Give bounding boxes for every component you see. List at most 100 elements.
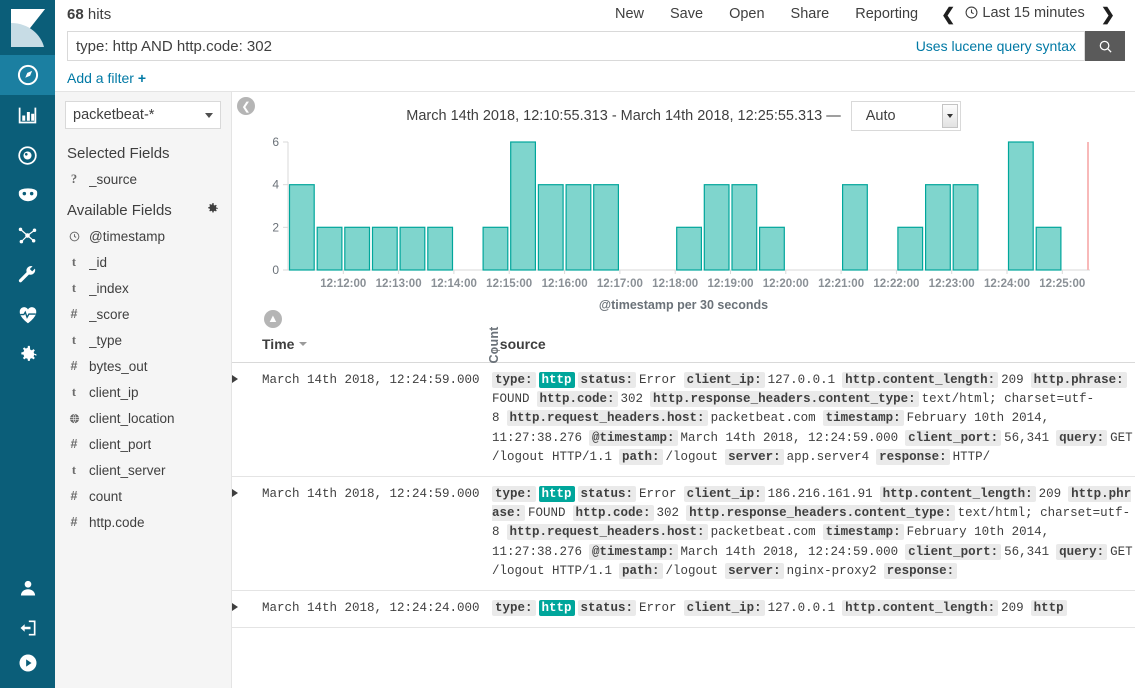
field-item-count[interactable]: #count: [55, 483, 231, 509]
menu-open[interactable]: Open: [716, 6, 777, 22]
field-item--type[interactable]: t_type: [55, 327, 231, 353]
table-row[interactable]: March 14th 2018, 12:24:59.000type:httpst…: [232, 477, 1135, 591]
expand-row-icon[interactable]: [232, 603, 238, 611]
sidebar-item-discover[interactable]: [0, 55, 55, 95]
source-field-value: 127.0.0.1: [768, 601, 836, 615]
field-item-client-ip[interactable]: tclient_ip: [55, 379, 231, 405]
field-name: http.code: [89, 515, 145, 530]
source-field-key: timestamp:: [823, 524, 904, 540]
source-cell: type:httpstatus:Errorclient_ip:127.0.0.1…: [492, 591, 1135, 628]
time-next-icon[interactable]: ❯: [1091, 6, 1125, 23]
source-field-value: app.server4: [787, 450, 870, 464]
sidebar-item-dashboard[interactable]: [0, 135, 55, 175]
svg-text:12:14:00: 12:14:00: [431, 278, 477, 290]
menu-share[interactable]: Share: [778, 6, 843, 22]
menu-new[interactable]: New: [602, 6, 657, 22]
sort-desc-icon[interactable]: [299, 342, 307, 346]
nav-logout[interactable]: [0, 608, 55, 648]
expand-cell[interactable]: [232, 363, 262, 477]
svg-text:4: 4: [272, 178, 279, 192]
source-field-value: http: [539, 600, 575, 616]
index-pattern-selector[interactable]: packetbeat-*: [65, 101, 221, 129]
nav-user[interactable]: [0, 568, 55, 608]
expand-cell[interactable]: [232, 591, 262, 628]
source-field-key: timestamp:: [823, 410, 904, 426]
table-row[interactable]: March 14th 2018, 12:24:24.000type:httpst…: [232, 591, 1135, 628]
source-field-value: FOUND: [492, 392, 530, 406]
source-field-value: packetbeat.com: [711, 525, 816, 539]
gear-icon[interactable]: [206, 202, 219, 219]
field-name: _index: [89, 281, 129, 296]
gear-icon: [18, 345, 38, 365]
time-cell: March 14th 2018, 12:24:59.000: [262, 363, 492, 477]
svg-text:12:17:00: 12:17:00: [597, 278, 643, 290]
available-fields-header: Available Fields: [55, 192, 231, 223]
source-column-header[interactable]: _source: [492, 326, 1135, 363]
sidebar-item-dev-tools[interactable]: [0, 255, 55, 295]
source-field-key: response:: [884, 563, 958, 579]
field-item-client-port[interactable]: #client_port: [55, 431, 231, 457]
field-item-client-location[interactable]: client_location: [55, 405, 231, 431]
source-field-value: 127.0.0.1: [768, 373, 836, 387]
table-row[interactable]: March 14th 2018, 12:24:59.000type:httpst…: [232, 363, 1135, 477]
hits-counter: 68 hits: [67, 6, 111, 23]
sidebar-item-monitoring[interactable]: [0, 295, 55, 335]
field-item--id[interactable]: t_id: [55, 249, 231, 275]
time-column-header[interactable]: Time: [262, 326, 492, 363]
lucene-syntax-link[interactable]: Uses lucene query syntax: [908, 38, 1084, 54]
add-filter-button[interactable]: Add a filter +: [67, 70, 146, 86]
menu-save[interactable]: Save: [657, 6, 716, 22]
nav-play[interactable]: [0, 648, 55, 688]
field-item--score[interactable]: #_score: [55, 301, 231, 327]
histogram-svg[interactable]: 024612:12:0012:13:0012:14:0012:15:0012:1…: [232, 130, 1112, 300]
field-name: client_location: [89, 411, 175, 426]
field-item-client-server[interactable]: tclient_server: [55, 457, 231, 483]
source-field-key: http.response_headers.content_type:: [686, 505, 955, 521]
graph-icon: [17, 225, 38, 246]
top-bar: 68 hits New Save Open Share Reporting ❮: [55, 0, 1135, 28]
selected-fields-label: Selected Fields: [67, 145, 170, 162]
svg-text:12:12:00: 12:12:00: [320, 278, 366, 290]
field-item-source[interactable]: ? _source: [55, 166, 231, 192]
field-type-icon: ?: [67, 172, 81, 187]
expand-row-icon[interactable]: [232, 375, 238, 383]
source-field-key: server:: [725, 563, 784, 579]
source-cell: type:httpstatus:Errorclient_ip:186.216.1…: [492, 477, 1135, 591]
clock-icon: [965, 6, 978, 23]
sidebar-item-graph[interactable]: [0, 215, 55, 255]
source-field-key: client_ip:: [684, 372, 765, 388]
collapse-chart-button[interactable]: ▲: [264, 310, 282, 328]
search-button[interactable]: [1085, 31, 1125, 61]
left-navigation: [0, 0, 55, 688]
field-item-bytes-out[interactable]: #bytes_out: [55, 353, 231, 379]
interval-select[interactable]: Auto: [851, 101, 961, 131]
expand-row-icon[interactable]: [232, 489, 238, 497]
menu-reporting[interactable]: Reporting: [842, 6, 931, 22]
sidebar-item-timelion[interactable]: [0, 175, 55, 215]
time-column-label: Time: [262, 336, 294, 352]
time-cell: March 14th 2018, 12:24:24.000: [262, 591, 492, 628]
source-field-key: @timestamp:: [589, 544, 678, 560]
source-field-key: client_port:: [905, 430, 1001, 446]
hits-count: 68: [67, 6, 84, 23]
svg-text:12:22:00: 12:22:00: [873, 278, 919, 290]
time-range-picker[interactable]: Last 15 minutes: [965, 5, 1090, 23]
source-field-value: http: [539, 486, 575, 502]
body-split: packetbeat-* Selected Fields ? _source A…: [55, 92, 1135, 688]
source-field-value: nginx-proxy2: [787, 564, 877, 578]
source-field-key: @timestamp:: [589, 430, 678, 446]
field-item-http-code[interactable]: # http.code: [55, 509, 231, 535]
sidebar-item-visualize[interactable]: [0, 95, 55, 135]
collapse-sidebar-button[interactable]: ❮: [237, 97, 255, 115]
kibana-app: 68 hits New Save Open Share Reporting ❮: [0, 0, 1135, 688]
field-item--index[interactable]: t_index: [55, 275, 231, 301]
source-field-value: 209: [1039, 487, 1062, 501]
query-bar: Uses lucene query syntax: [67, 31, 1085, 61]
field-type-icon: #: [67, 515, 81, 529]
expand-cell[interactable]: [232, 477, 262, 591]
field-item--timestamp[interactable]: @timestamp: [55, 223, 231, 249]
search-input[interactable]: [68, 38, 908, 55]
search-icon: [1098, 39, 1113, 54]
sidebar-item-management[interactable]: [0, 335, 55, 375]
time-prev-icon[interactable]: ❮: [931, 6, 965, 23]
